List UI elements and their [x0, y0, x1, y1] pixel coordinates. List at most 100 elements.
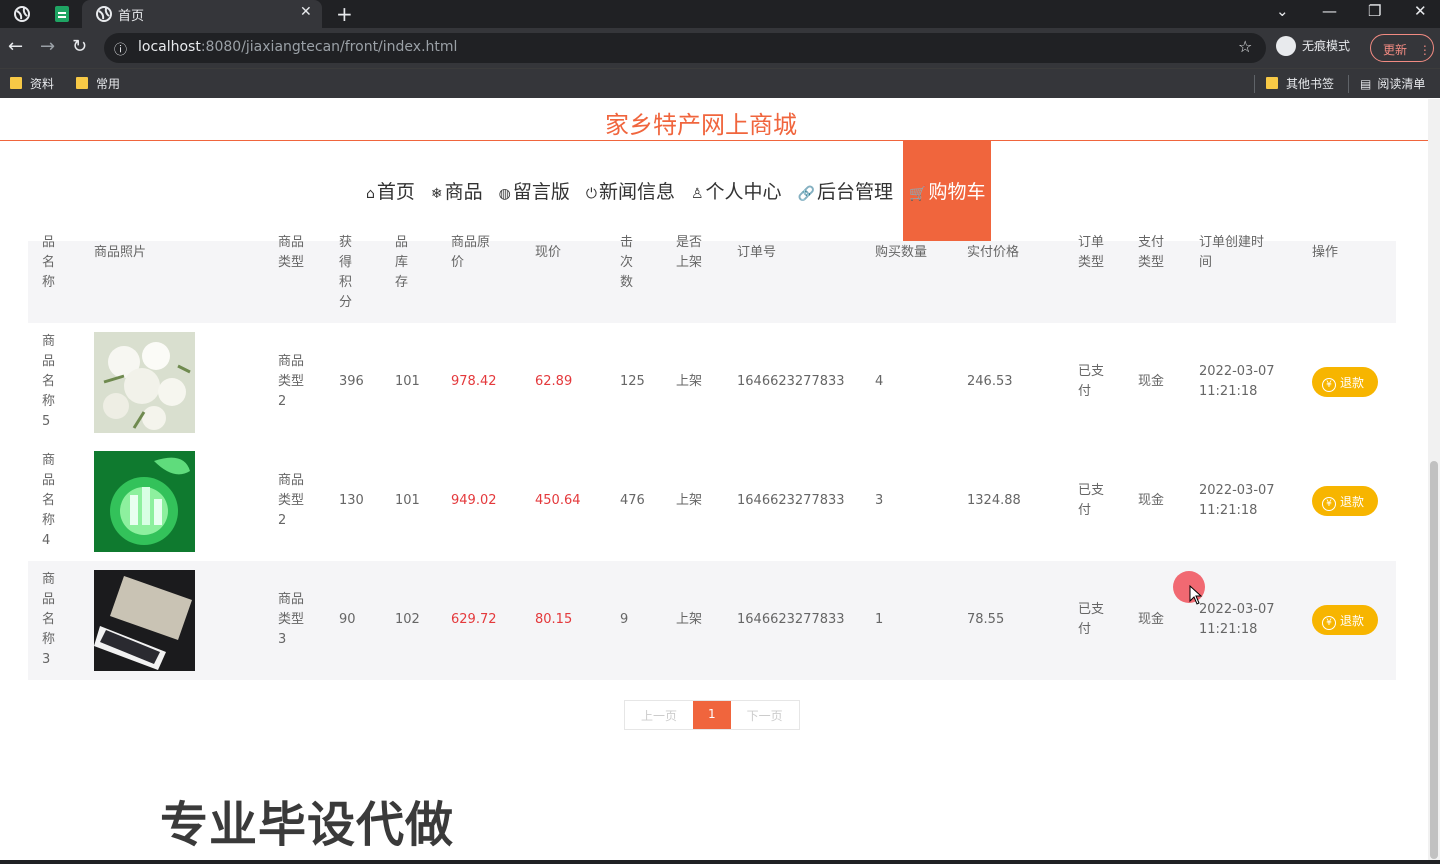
close-icon[interactable]: ✕	[300, 4, 312, 20]
cell-paid: 246.53	[967, 374, 1013, 389]
cell-type: 商品 类型 2	[278, 354, 305, 409]
cell-name: 商 品 名 称 3	[42, 572, 56, 667]
sheet-app-icon[interactable]	[52, 4, 72, 24]
product-image-cosmetics[interactable]	[94, 451, 195, 552]
th-clicks: 击 次 数	[620, 235, 634, 290]
cell-listed: 上架	[676, 493, 703, 508]
cell-type: 商品 类型 2	[278, 473, 305, 528]
back-arrow-icon[interactable]: ←	[8, 36, 23, 57]
refund-button[interactable]: ¥ 退款	[1312, 486, 1378, 516]
incognito-indicator[interactable]: 无痕模式	[1276, 36, 1350, 56]
th-type: 商品 类型	[278, 235, 305, 270]
th-order-type: 订单 类型	[1078, 235, 1105, 270]
cell-order-no: 1646623277833	[737, 493, 845, 508]
url-text: localhost:8080/jiaxiangtecan/front/index…	[138, 39, 458, 55]
tab-title: 首页	[118, 9, 145, 24]
cell-clicks: 476	[620, 493, 645, 508]
th-name: 品 名 称	[42, 235, 56, 290]
th-op: 操作	[1312, 245, 1339, 260]
new-tab-plus-icon[interactable]: +	[336, 2, 353, 26]
reload-icon[interactable]: ↻	[72, 36, 87, 57]
forward-arrow-icon[interactable]: →	[40, 36, 55, 57]
reading-list[interactable]: ▤ 阅读清单	[1360, 75, 1425, 92]
nav-guestbook[interactable]: ◍ 留言版	[493, 141, 580, 241]
cell-qty: 4	[875, 374, 884, 389]
watermark-text: 专业毕设代做	[160, 797, 455, 853]
other-bookmarks[interactable]: 其他书签	[1266, 75, 1334, 92]
tab-home[interactable]: 首页 ✕	[82, 0, 322, 28]
nav-news[interactable]: ⏻ 新闻信息	[580, 141, 685, 241]
nav-admin[interactable]: 🔗 后台管理	[792, 141, 903, 241]
th-orig-price: 商品原 价	[451, 235, 491, 270]
page-number-current[interactable]: 1	[693, 701, 731, 729]
prev-page-button[interactable]: 上一页	[625, 701, 694, 729]
cell-name: 商 品 名 称 4	[42, 453, 56, 548]
bookmarks-bar: 资料 常用 其他书签 ▤ 阅读清单	[0, 68, 1440, 98]
globe-icon: ◍	[498, 186, 511, 202]
cell-orig-price: 949.02	[451, 493, 497, 508]
nav-products[interactable]: ❄ 商品	[425, 141, 493, 241]
restore-icon[interactable]: ❐	[1368, 2, 1381, 20]
th-pay-type: 支付 类型	[1138, 235, 1165, 270]
cell-name: 商 品 名 称 5	[42, 334, 56, 429]
cell-pay-type: 现金	[1138, 612, 1165, 627]
pagination: 上一页 1 下一页	[624, 700, 800, 730]
th-listed: 是否 上架	[676, 235, 703, 270]
globe-icon[interactable]	[12, 4, 32, 24]
window-close-icon[interactable]: ✕	[1414, 2, 1427, 20]
table-row: 商 品 名 称 4 商品 类型 2 130 101 949.02 450.64 …	[28, 442, 1396, 561]
th-created: 订单创建时 间	[1199, 235, 1265, 270]
cell-price: 450.64	[535, 493, 581, 508]
nav-home[interactable]: ⌂ 首页	[360, 141, 425, 241]
folder-icon	[10, 77, 22, 89]
star-icon[interactable]: ☆	[1238, 37, 1252, 56]
info-icon[interactable]: ⓘ	[114, 39, 127, 58]
mouse-cursor-icon	[1189, 585, 1203, 605]
next-page-button[interactable]: 下一页	[730, 701, 799, 729]
product-image-phone[interactable]	[94, 570, 195, 671]
cell-points: 130	[339, 493, 364, 508]
refund-button[interactable]: ¥ 退款	[1312, 605, 1378, 635]
cell-type: 商品 类型 3	[278, 592, 305, 647]
th-stock: 品 库 存	[395, 235, 409, 290]
cell-order-type: 已支 付	[1078, 483, 1105, 518]
product-image-flowers[interactable]	[94, 332, 195, 433]
nav-cart[interactable]: 🛒 购物车	[903, 141, 992, 241]
cell-orig-price: 978.42	[451, 374, 497, 389]
main-nav: ⌂ 首页 ❄ 商品 ◍ 留言版 ⏻ 新闻信息 ♙ 个人中心 🔗 后台管理 🛒 购物车	[360, 141, 992, 241]
table-header: 品 名 称 商品照片 商品 类型 获 得 积 分 品 库 存 商品原 价 现价 …	[28, 235, 1396, 323]
globe-icon	[96, 6, 112, 22]
page-scrollbar[interactable]	[1428, 99, 1440, 860]
th-paid: 实付价格	[967, 245, 1020, 260]
cell-pay-type: 现金	[1138, 493, 1165, 508]
cell-created: 2022-03-07 11:21:18	[1199, 483, 1275, 518]
cell-order-type: 已支 付	[1078, 364, 1105, 399]
snowflake-icon: ❄	[430, 186, 443, 202]
cell-price: 80.15	[535, 612, 573, 627]
user-icon: ♙	[690, 186, 704, 202]
folder-icon	[76, 77, 88, 89]
cell-qty: 1	[875, 612, 884, 627]
cell-points: 396	[339, 374, 364, 389]
cell-created: 2022-03-07 11:21:18	[1199, 602, 1275, 637]
power-icon: ⏻	[585, 186, 597, 202]
site-title: 家乡特产网上商城	[605, 111, 797, 139]
cell-clicks: 125	[620, 374, 645, 389]
update-button[interactable]: 更新 ⋮	[1370, 34, 1434, 62]
minimize-icon[interactable]: —	[1322, 2, 1337, 20]
cell-qty: 3	[875, 493, 884, 508]
nav-profile[interactable]: ♙ 个人中心	[685, 141, 792, 241]
th-qty: 购买数量	[875, 245, 928, 260]
cell-listed: 上架	[676, 374, 703, 389]
cart-icon: 🛒	[909, 186, 927, 202]
cell-order-no: 1646623277833	[737, 374, 845, 389]
cell-stock: 101	[395, 493, 420, 508]
bookmark-folder[interactable]: 常用	[76, 75, 120, 92]
address-bar[interactable]: ⓘ localhost:8080/jiaxiangtecan/front/ind…	[104, 33, 1266, 63]
bookmark-folder[interactable]: 资料	[10, 75, 54, 92]
chevron-down-icon[interactable]: ⌄	[1276, 2, 1289, 20]
browser-toolbar: ← → ↻ ⓘ localhost:8080/jiaxiangtecan/fro…	[0, 28, 1440, 68]
scrollbar-thumb[interactable]	[1430, 461, 1438, 859]
th-price: 现价	[535, 245, 562, 260]
refund-button[interactable]: ¥ 退款	[1312, 367, 1378, 397]
